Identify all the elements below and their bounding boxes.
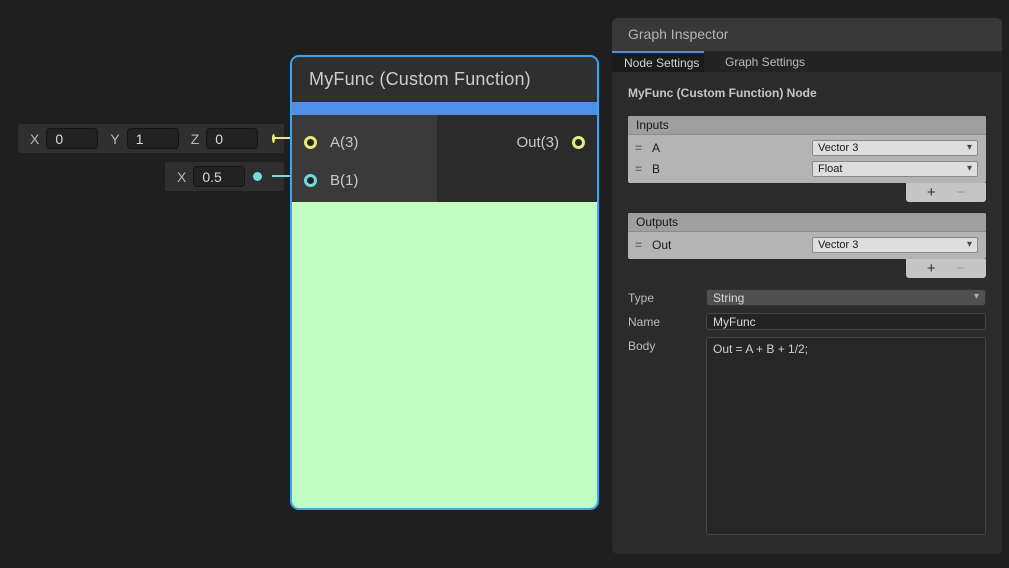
inputs-section-title: Inputs [628, 116, 986, 135]
port-out-icon[interactable] [572, 136, 585, 149]
z-field[interactable] [206, 128, 258, 149]
output-port-out[interactable]: Out(3) [516, 134, 585, 151]
type-field-row: Type String ▾ [628, 289, 986, 306]
float-x-field-label: X [177, 169, 186, 185]
output-out-name: Out [652, 238, 812, 252]
float-input-widget: X [165, 162, 284, 191]
inputs-section: Inputs = A Vector 3 ▾ = B Float ▾ [628, 116, 986, 183]
port-a-icon[interactable] [304, 136, 317, 149]
input-b-type-dropdown[interactable]: Float ▾ [812, 161, 978, 177]
y-field[interactable] [127, 128, 179, 149]
edge-anchor-dot-float[interactable] [253, 172, 262, 181]
port-out-label: Out(3) [516, 134, 559, 151]
chevron-down-icon: ▾ [967, 142, 972, 153]
node-heading: MyFunc (Custom Function) Node [628, 86, 986, 100]
inspector-tab-bar: Node Settings Graph Settings [612, 51, 1002, 72]
custom-function-node[interactable]: MyFunc (Custom Function) A(3) B(1) Out(3… [290, 55, 599, 510]
remove-output-button[interactable]: − [956, 261, 965, 276]
output-out-type-dropdown[interactable]: Vector 3 ▾ [812, 237, 978, 253]
drag-handle-icon[interactable]: = [635, 238, 652, 252]
remove-input-button[interactable]: − [956, 185, 965, 200]
inputs-rows: = A Vector 3 ▾ = B Float ▾ [628, 135, 986, 183]
x-field[interactable] [46, 128, 98, 149]
output-out-type-value: Vector 3 [818, 239, 858, 251]
x-field-label: X [30, 131, 39, 147]
add-input-button[interactable]: + [927, 185, 936, 200]
port-b-icon[interactable] [304, 174, 317, 187]
input-a-type-value: Vector 3 [818, 142, 858, 154]
chevron-down-icon: ▾ [967, 239, 972, 250]
float-x-field[interactable] [193, 166, 245, 187]
type-label: Type [628, 289, 706, 306]
input-b-type-value: Float [818, 163, 842, 175]
input-port-a[interactable]: A(3) [304, 134, 358, 151]
input-a-type-dropdown[interactable]: Vector 3 ▾ [812, 140, 978, 156]
type-value: String [713, 291, 744, 305]
graph-inspector-panel: Graph Inspector Node Settings Graph Sett… [612, 18, 1002, 554]
output-row-out[interactable]: = Out Vector 3 ▾ [628, 234, 986, 255]
name-label: Name [628, 313, 706, 330]
inputs-footer-buttons: + − [906, 183, 986, 202]
port-b-label: B(1) [330, 172, 358, 189]
inspector-content: MyFunc (Custom Function) Node Inputs = A… [612, 72, 1002, 535]
name-input[interactable] [706, 313, 986, 330]
body-textarea[interactable]: Out = A + B + 1/2; [706, 337, 986, 535]
node-accent-bar [292, 102, 597, 115]
chevron-down-icon: ▾ [974, 291, 979, 302]
node-title: MyFunc (Custom Function) [292, 57, 597, 102]
type-dropdown[interactable]: String ▾ [706, 289, 986, 306]
input-b-name: B [652, 162, 812, 176]
port-a-label: A(3) [330, 134, 358, 151]
name-field-row: Name [628, 313, 986, 330]
outputs-section-title: Outputs [628, 213, 986, 232]
drag-handle-icon[interactable]: = [635, 162, 652, 176]
node-preview [292, 202, 597, 508]
outputs-rows: = Out Vector 3 ▾ [628, 232, 986, 259]
add-output-button[interactable]: + [927, 261, 936, 276]
node-port-area: A(3) B(1) Out(3) [292, 115, 597, 202]
y-field-label: Y [110, 131, 119, 147]
input-row-a[interactable]: = A Vector 3 ▾ [628, 137, 986, 158]
outputs-section: Outputs = Out Vector 3 ▾ [628, 213, 986, 259]
body-field-row: Body Out = A + B + 1/2; [628, 337, 986, 535]
chevron-down-icon: ▾ [967, 163, 972, 174]
outputs-footer: + − [628, 259, 986, 278]
input-row-b[interactable]: = B Float ▾ [628, 158, 986, 179]
tab-node-settings[interactable]: Node Settings [612, 51, 704, 72]
input-a-name: A [652, 141, 812, 155]
outputs-footer-buttons: + − [906, 259, 986, 278]
vector3-input-widget: X Y Z [18, 124, 284, 153]
tab-graph-settings[interactable]: Graph Settings [704, 51, 825, 72]
z-field-label: Z [191, 131, 200, 147]
inputs-footer: + − [628, 183, 986, 202]
inspector-title: Graph Inspector [612, 18, 1002, 51]
drag-handle-icon[interactable]: = [635, 141, 652, 155]
body-label: Body [628, 337, 706, 535]
input-port-b[interactable]: B(1) [304, 172, 358, 189]
